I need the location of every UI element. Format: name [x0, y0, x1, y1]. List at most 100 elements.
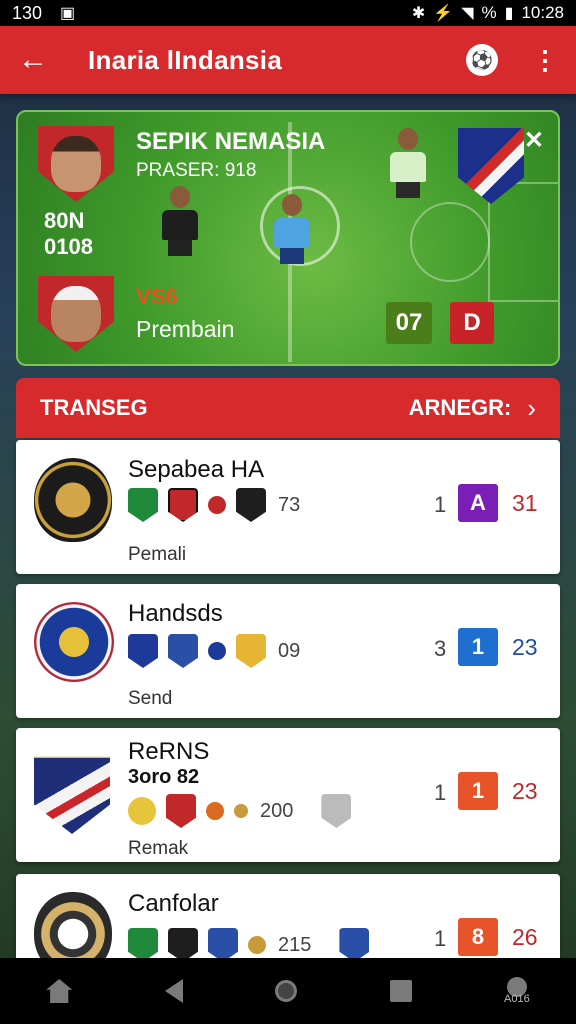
match-badge-left[interactable]: 07	[386, 302, 432, 344]
signal-off-icon: ⚡	[433, 5, 454, 22]
gallery-icon: ▣	[60, 5, 76, 22]
club-status-badge: 8	[458, 918, 498, 956]
club-points: 31	[512, 490, 538, 516]
form-badge-icon	[168, 928, 198, 962]
nav-home[interactable]	[46, 979, 73, 1003]
score-line-2: 0108	[44, 234, 93, 259]
form-badge-icon	[234, 804, 248, 818]
club-name: Handsds	[128, 600, 223, 627]
home-icon	[46, 979, 73, 1003]
profile-label: A016	[504, 993, 530, 1005]
form-badge-icon	[128, 797, 156, 825]
see-all-link[interactable]: ARNEGR: ›	[409, 393, 536, 424]
player-figure-center	[268, 194, 316, 264]
match-score: 80N 0108	[44, 208, 93, 260]
club-points: 23	[512, 778, 538, 804]
nav-home-circle[interactable]	[275, 980, 298, 1002]
app-bar: ← Inaria lIndansia ⚽ ⋮	[0, 26, 576, 94]
nav-recents[interactable]	[389, 980, 412, 1002]
club-subtitle: Send	[128, 688, 173, 709]
form-badge-icon	[166, 794, 196, 828]
list-item[interactable]: Handsds 09 Send 3 1 23	[16, 584, 560, 718]
battery-icon: ▮	[504, 5, 514, 22]
recent-form: 73	[128, 488, 300, 522]
player-figure-right	[384, 128, 432, 198]
form-badge-icon	[208, 496, 226, 514]
standings-panel: TRANSEG ARNEGR: › Sepabea HA 73 Pemali 1…	[16, 378, 560, 984]
versus-label: VS6	[136, 284, 178, 309]
nav-profile[interactable]: A016	[504, 977, 530, 1005]
club-points: 23	[512, 634, 538, 660]
club-rank: 1	[434, 492, 447, 517]
back-arrow-icon[interactable]: ←	[18, 43, 58, 77]
chevron-right-icon: ›	[527, 392, 536, 423]
club-code: 09	[278, 639, 301, 662]
form-badge-icon	[128, 488, 158, 522]
club-code: 200	[260, 799, 294, 822]
form-badge-icon	[321, 794, 352, 828]
club-secondary-name: 3oro 82	[128, 766, 200, 788]
form-badge-icon	[208, 642, 226, 660]
player-profile-icon[interactable]: ⚽	[466, 44, 498, 76]
club-rank: 1	[434, 780, 447, 805]
wifi-icon: ◥	[461, 5, 474, 22]
list-item[interactable]: ReRNS 3oro 82 200 Remak 1 1 23	[16, 728, 560, 862]
club-status-badge: 1	[458, 772, 498, 810]
club-name: ReRNS	[128, 738, 210, 765]
club-name: Canfolar	[128, 890, 219, 917]
club-code: 73	[278, 493, 301, 516]
match-footer-text: Prembain	[136, 316, 235, 342]
club-points: 26	[512, 924, 538, 950]
form-badge-icon	[128, 928, 158, 962]
form-badge-icon	[208, 928, 238, 962]
form-badge-icon	[168, 488, 198, 522]
page-title: Inaria lIndansia	[88, 44, 283, 75]
match-subtitle: PRASER: 918	[136, 160, 257, 181]
circle-home-icon	[275, 980, 298, 1002]
more-options-icon[interactable]: ⋮	[532, 47, 558, 73]
list-item[interactable]: Sepabea HA 73 Pemali 1 A 31	[16, 440, 560, 574]
away-player-badge	[38, 276, 114, 352]
home-player-avatar	[51, 136, 101, 192]
back-triangle-icon	[164, 979, 183, 1003]
match-title: SEPIK NEMASIA	[136, 128, 326, 155]
form-badge-icon	[128, 634, 158, 668]
player-figure-keeper	[156, 186, 204, 256]
status-bar: 130 ▣ ✱ ⚡ ◥ % ▮ 10:28	[0, 0, 576, 26]
pitch-penalty-box	[488, 182, 558, 302]
club-status-badge: A	[458, 484, 498, 522]
form-badge-icon	[248, 936, 266, 954]
club-rank: 3	[434, 636, 447, 661]
away-player-avatar	[51, 286, 101, 342]
form-badge-icon	[339, 928, 370, 962]
standings-header: TRANSEG ARNEGR: ›	[16, 378, 560, 438]
form-badge-icon	[236, 634, 266, 668]
recent-form: 09	[128, 634, 300, 668]
featured-match-card[interactable]: SEPIK NEMASIA PRASER: 918 80N 0108 ✕ VS6…	[16, 110, 560, 366]
match-badge-right[interactable]: D	[450, 302, 494, 344]
standings-title: TRANSEG	[40, 395, 148, 420]
close-icon[interactable]: ✕	[524, 126, 544, 155]
form-badge-icon	[168, 634, 198, 668]
club-crest-icon	[34, 750, 114, 834]
club-code: 215	[278, 933, 312, 956]
club-status-badge: 1	[458, 628, 498, 666]
score-line-1: 80N	[44, 208, 85, 233]
club-crest-icon	[34, 602, 114, 686]
club-crest-icon	[34, 458, 114, 542]
recent-form: 200	[128, 794, 352, 828]
battery-percent: %	[481, 3, 497, 22]
club-subtitle: Pemali	[128, 544, 187, 565]
home-player-badge	[38, 126, 114, 202]
pitch-center-circle	[410, 202, 490, 282]
form-badge-icon	[236, 488, 266, 522]
club-subtitle: Remak	[128, 838, 189, 859]
club-rank: 1	[434, 926, 447, 951]
form-badge-icon	[206, 802, 224, 820]
status-time-left: 130	[12, 2, 43, 23]
see-all-label: ARNEGR:	[408, 395, 512, 420]
club-name: Sepabea HA	[128, 456, 265, 483]
nav-back[interactable]	[164, 979, 183, 1003]
bluetooth-icon: ✱	[411, 5, 426, 22]
status-time-right: 10:28	[521, 3, 564, 22]
